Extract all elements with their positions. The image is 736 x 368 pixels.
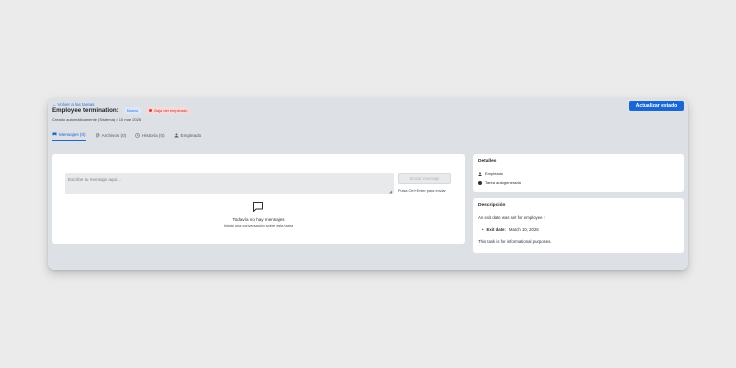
detail-autogenerated: Tarea autogenerada [478,180,521,185]
send-message-button[interactable]: Enviar mensaje [398,173,451,184]
tab-files-label: Archivos (0) [101,132,127,138]
tab-messages[interactable]: Mensajes (0) [52,132,86,141]
tab-employee-label: Empleado [180,132,202,138]
type-badge: Baja del empleado [146,107,191,114]
send-hint: Pulsa Ctrl+Enter para enviar [398,189,446,193]
messages-panel: ◢ Enviar mensaje Pulsa Ctrl+Enter para e… [52,154,465,244]
tab-bar: Mensajes (0) Archivos (0) Historia (0) E… [52,132,201,141]
dot-icon [149,109,153,112]
empty-state-title: Todavía no hay mensajes [232,217,285,222]
tab-messages-label: Mensajes (0) [59,132,86,137]
circle-icon [478,180,482,185]
chat-bubble-icon [253,202,263,212]
task-window: ← Volver a las tareas Employee terminati… [48,98,688,270]
details-panel: Detalles Empleado Tarea autogenerada [473,154,684,192]
status-badge: Nuevo [123,107,142,114]
type-badge-label: Baja del empleado [154,108,188,113]
detail-autogenerated-label: Tarea autogenerada [485,180,521,185]
created-info: Creado automáticamente (Sistema) • 10 ma… [52,117,142,122]
description-note: This task is for informational purposes. [478,239,552,244]
empty-state-subtitle: Iniciar una conversación sobre esta tare… [223,224,294,228]
description-panel: Descripción An exit date was set for emp… [473,198,684,253]
tab-history-label: Historia (0) [142,132,165,138]
exit-date-item: • Exit date: March 10, 2026 [482,227,539,232]
tab-files[interactable]: Archivos (0) [95,132,127,141]
flag-icon [52,132,57,136]
bullet-icon: • [482,227,484,232]
page-title: Employee termination: [52,107,119,114]
description-title: Descripción [478,203,506,208]
update-status-button[interactable]: Actualizar estado [629,101,684,111]
paperclip-icon [95,132,99,137]
exit-date-value: March 10, 2026 [508,227,539,232]
resize-grip-icon[interactable]: ◢ [389,189,392,194]
clock-icon [135,132,140,138]
detail-employee[interactable]: Empleado [478,171,503,176]
title-row: Employee termination: Nuevo Baja del emp… [52,107,191,114]
description-intro: An exit date was set for employee : [478,215,545,220]
person-icon [478,171,482,176]
detail-employee-label: Empleado [485,171,504,176]
person-icon [174,133,179,137]
details-title: Detalles [478,159,497,164]
message-input[interactable] [65,173,394,194]
tab-employee[interactable]: Empleado [174,132,202,141]
tab-history[interactable]: Historia (0) [135,132,165,141]
exit-date-label: Exit date: [486,227,506,232]
